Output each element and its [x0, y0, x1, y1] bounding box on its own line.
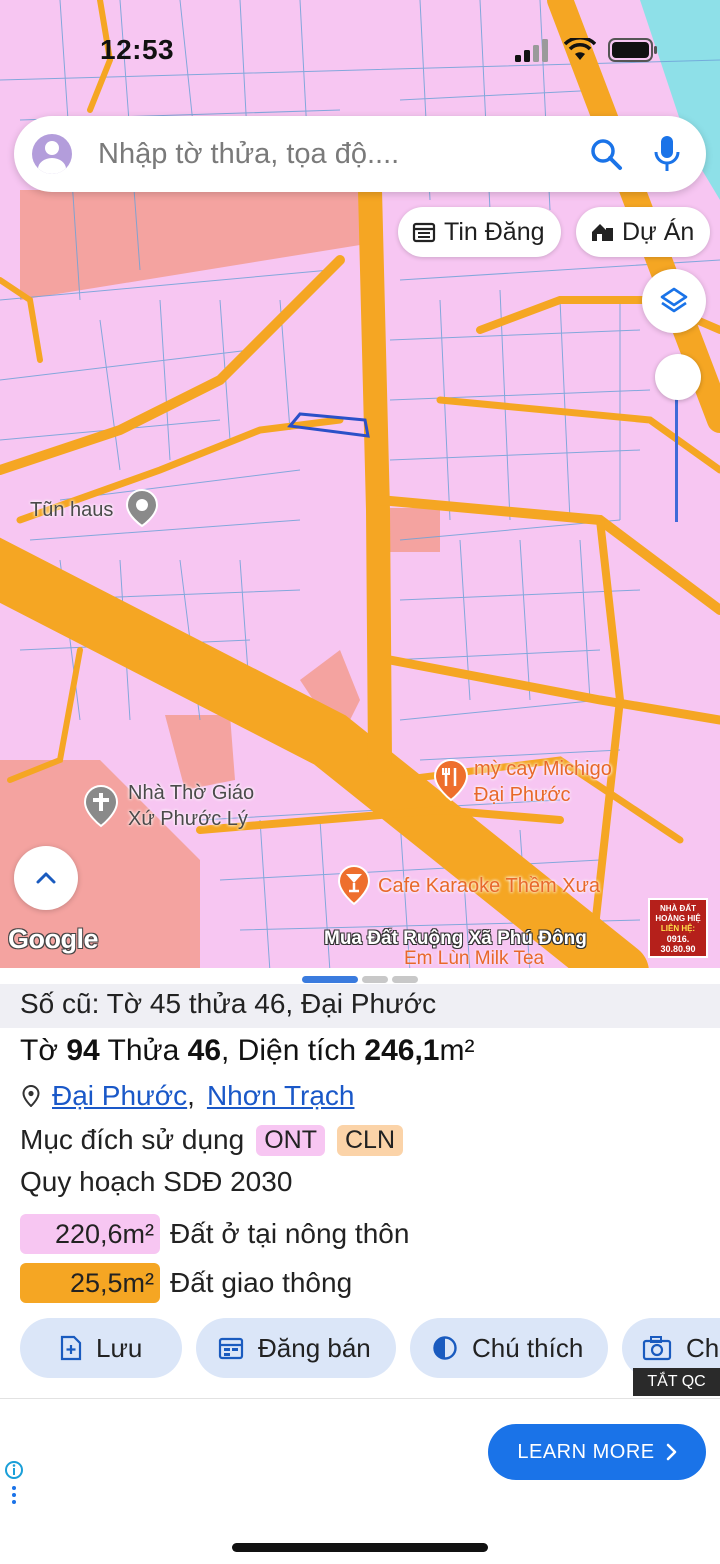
area-label: , Diện tích — [221, 1034, 357, 1067]
michigo-label-line1[interactable]: mỳ cay Michigo — [474, 757, 612, 782]
learn-more-button[interactable]: LEARN MORE — [488, 1424, 706, 1480]
action-bar: Lưu Đăng bán Chú thích Ch — [0, 1318, 720, 1378]
camera-icon — [642, 1336, 672, 1361]
search-input[interactable] — [98, 137, 568, 171]
legend-button[interactable]: Chú thích — [410, 1318, 608, 1378]
chevron-up-icon — [36, 872, 56, 884]
sheet-handle[interactable] — [302, 976, 418, 983]
opacity-slider-knob[interactable] — [655, 354, 701, 400]
hide-ad-button[interactable]: TẮT QC — [633, 1368, 720, 1396]
search-bar[interactable] — [14, 116, 706, 192]
location-row: Đại Phước, Nhơn Trạch — [22, 1080, 354, 1112]
signal-icon — [515, 39, 548, 62]
tin-dang-chip[interactable]: Tin Đăng — [398, 207, 561, 257]
map-view[interactable]: 12:53 Nhập tờ thửa, tọa độ.... Tin Đăng … — [0, 0, 720, 972]
add-document-icon — [60, 1335, 82, 1361]
place-pin-icon[interactable] — [124, 488, 160, 528]
usage-purpose-row: Mục đích sử dụng ONT CLN — [20, 1124, 403, 1156]
tin-dang-label: Tin Đăng — [444, 217, 545, 246]
parcel-label: Thửa — [107, 1034, 180, 1067]
zone-label-road: Đất giao thông — [170, 1267, 353, 1298]
calendar-icon — [412, 222, 436, 243]
layers-icon — [660, 287, 688, 313]
legend-label: Chú thích — [472, 1332, 584, 1363]
microphone-icon[interactable] — [652, 134, 682, 174]
save-label: Lưu — [96, 1332, 143, 1363]
status-icons — [514, 38, 658, 62]
area-value: 246,1 — [364, 1034, 440, 1067]
district-link[interactable]: Nhơn Trạch — [207, 1080, 355, 1112]
avatar[interactable] — [32, 134, 72, 174]
sheet-label: Tờ — [20, 1034, 58, 1067]
church-label-line2[interactable]: Xứ Phước Lý — [128, 807, 248, 832]
sheet-number: 94 — [66, 1034, 100, 1067]
zone-row-residential: 220,6m² Đất ở tại nông thôn — [20, 1214, 409, 1254]
collapse-button[interactable] — [14, 846, 78, 910]
chevron-right-icon — [666, 1443, 676, 1461]
ward-link[interactable]: Đại Phước — [52, 1080, 187, 1111]
old-parcel-number: Số cũ: Tờ 45 thửa 46, Đại Phước — [0, 984, 720, 1028]
wifi-icon — [564, 38, 596, 60]
usage-purpose-label: Mục đích sử dụng — [20, 1124, 245, 1155]
learn-more-label: LEARN MORE — [517, 1440, 655, 1463]
michigo-label-line2[interactable]: Đại Phước — [474, 783, 571, 808]
church-label-line1[interactable]: Nhà Thờ Giáo — [128, 781, 254, 806]
ad-thumbnail[interactable]: NHÀ ĐẤT HOÀNG HIỆ LIÊN HỆ: 0916. 30.80.9… — [648, 898, 708, 958]
zone-label-residential: Đất ở tại nông thôn — [170, 1218, 410, 1249]
restaurant-icon[interactable] — [432, 758, 470, 802]
search-icon[interactable] — [588, 136, 624, 172]
place-tun-haus-label[interactable]: Tũn haus — [30, 498, 113, 523]
zone-area-residential: 220,6m² — [20, 1214, 160, 1254]
cafe-label[interactable]: Cafe Karaoke Thềm Xưa — [378, 874, 600, 899]
cafe-icon[interactable] — [336, 864, 372, 906]
zone-area-road: 25,5m² — [20, 1263, 160, 1303]
ad-thumb-line3: 0916. 30.80.90 — [660, 934, 696, 954]
location-comma: , — [187, 1080, 195, 1111]
calendar-icon — [218, 1337, 244, 1360]
save-button[interactable]: Lưu — [20, 1318, 182, 1378]
usage-tag-cln[interactable]: CLN — [336, 1124, 403, 1156]
du-an-label: Dự Án — [622, 217, 695, 246]
opacity-slider-track[interactable] — [675, 380, 678, 522]
capture-label: Ch — [686, 1332, 720, 1363]
parcel-title: Tờ 94 Thửa 46, Diện tích 246,1m² — [20, 1034, 474, 1068]
ad-thumb-line2: LIÊN HỆ: — [660, 924, 696, 933]
usage-tag-ont[interactable]: ONT — [256, 1124, 325, 1156]
parcel-number: 46 — [187, 1034, 222, 1067]
church-icon[interactable] — [82, 784, 120, 828]
layers-button[interactable] — [642, 269, 706, 333]
sell-button[interactable]: Đăng bán — [196, 1318, 396, 1378]
sell-label: Đăng bán — [258, 1332, 371, 1363]
ad-thumb-line1: NHÀ ĐẤT HOÀNG HIỆ — [655, 904, 701, 923]
google-logo: Google — [8, 924, 99, 954]
house-icon — [592, 224, 613, 241]
zone-row-road: 25,5m² Đất giao thông — [20, 1263, 352, 1303]
area-unit: m² — [439, 1034, 475, 1067]
contrast-icon — [433, 1336, 457, 1360]
du-an-chip[interactable]: Dự Án — [576, 207, 711, 257]
home-indicator[interactable] — [232, 1543, 488, 1552]
milk-tea-label[interactable]: Em Lùn Milk Tea — [404, 948, 544, 970]
map-banner-text[interactable]: Mua Đất Ruộng Xã Phú Đông — [324, 928, 587, 950]
status-time: 12:53 — [100, 34, 175, 65]
ad-info-icon[interactable] — [4, 1460, 24, 1506]
location-pin-icon — [22, 1085, 40, 1107]
battery-icon — [608, 38, 657, 62]
plan-label: Quy hoạch SDĐ 2030 — [20, 1166, 293, 1197]
